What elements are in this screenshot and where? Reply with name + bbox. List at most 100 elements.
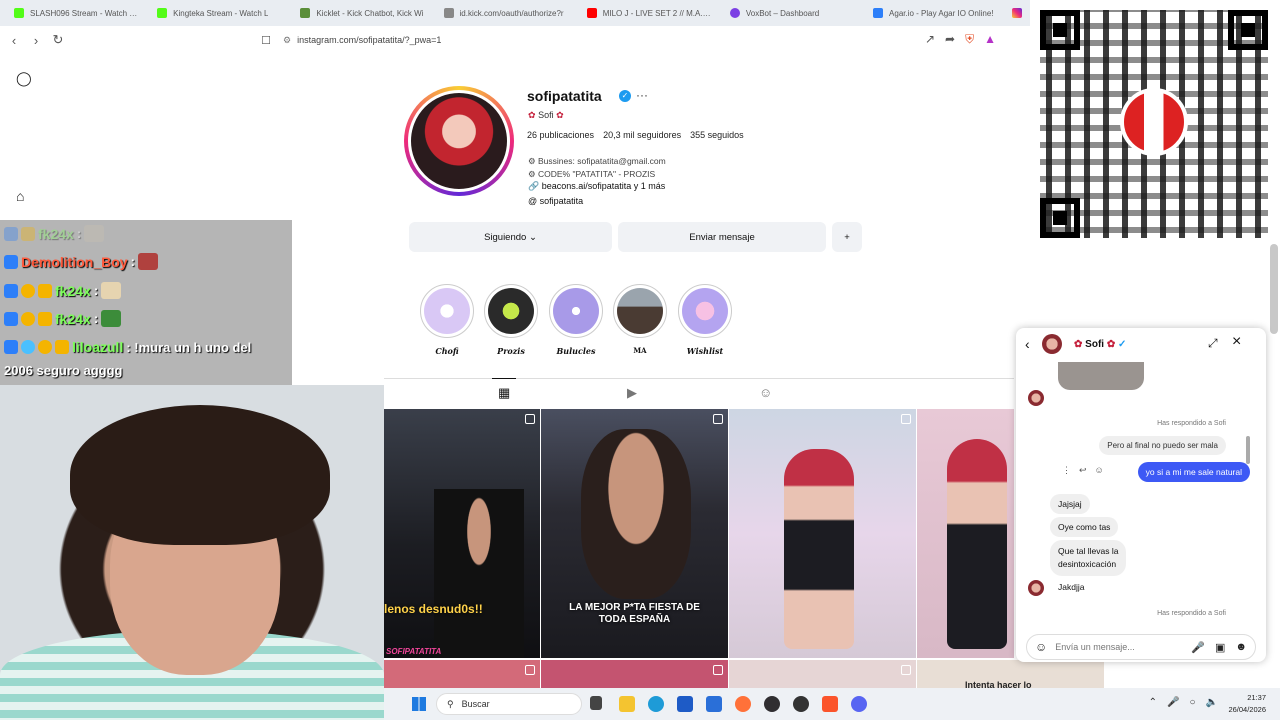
highlight-prozis[interactable]: Prozis <box>483 284 539 356</box>
send-message-button[interactable]: Enviar mensaje <box>618 222 826 252</box>
reel-icon <box>525 665 535 675</box>
posts-count: 26 publicaciones <box>527 130 595 140</box>
post-tile[interactable]: lenos desnud0s!! SOFIPATATITA <box>384 409 540 658</box>
expand-icon[interactable]: ⤢ <box>1208 336 1218 351</box>
firefox-icon[interactable] <box>735 696 751 712</box>
reply-label: Has respondido a Sofi <box>1157 420 1226 427</box>
reel-icon <box>525 414 535 424</box>
agario-icon <box>873 8 884 18</box>
close-icon[interactable]: × <box>1232 333 1241 351</box>
reload-icon[interactable]: ↻ <box>48 30 68 50</box>
store-icon[interactable] <box>677 696 693 712</box>
avatar[interactable] <box>1042 334 1062 354</box>
url-field[interactable]: ⚙ instagram.com/sofipatatita/?_pwa=1 <box>283 32 441 48</box>
sticker-icon[interactable]: ☻ <box>1235 641 1247 653</box>
chat-message: fk24x: <box>4 310 122 327</box>
system-tray: ⌃ 🎤 ○ 🔈 <box>1149 697 1218 708</box>
browser-tab[interactable]: Kingteka Stream - Watch L <box>149 0 290 26</box>
browser-tab[interactable]: Kicklet - Kick Chatbot, Kick Wi <box>292 0 433 26</box>
brave-icon[interactable] <box>822 696 838 712</box>
more-options-icon[interactable]: ··· <box>636 88 648 102</box>
chrome-icon[interactable] <box>793 696 809 712</box>
emoji-icon[interactable]: ☺ <box>1095 465 1104 476</box>
received-message[interactable]: Que tal llevas la desintoxicación <box>1050 540 1127 576</box>
task-view-icon[interactable] <box>590 696 602 710</box>
post-tile[interactable]: LA MEJOR P*TA FIESTA DE TODA ESPAÑA <box>541 409 728 658</box>
brave-shield-icon[interactable]: ⛨ <box>965 32 974 47</box>
threads-link[interactable]: @ sofipatatita <box>528 196 583 206</box>
post-tile[interactable] <box>729 660 916 688</box>
mod-badge-icon <box>4 283 18 298</box>
voxbot-icon <box>729 8 740 18</box>
shared-image[interactable] <box>1058 362 1144 390</box>
browser-tab-active[interactable] <box>1008 0 1030 26</box>
browser-tab[interactable]: SLASH096 Stream - Watch Liv <box>6 0 147 26</box>
reels-tab-icon[interactable]: ▶ <box>627 385 637 401</box>
sent-message[interactable]: yo si a mi me sale natural <box>1137 462 1250 482</box>
following-button[interactable]: Siguiendo ⌄ <box>409 222 612 252</box>
post-tile[interactable]: Intenta hacer lo <box>917 660 1104 688</box>
post-tile[interactable] <box>729 409 916 658</box>
page-scrollbar[interactable] <box>1270 244 1278 334</box>
home-icon[interactable]: ⌂ <box>16 188 24 204</box>
chat-message: liloazull: !mura un h uno del <box>4 339 251 355</box>
dm-scrollbar[interactable] <box>1246 368 1250 628</box>
add-user-button[interactable]: + <box>832 222 862 252</box>
stream-chat-overlay: fk24x: Demolition_Boy: fk24x: fk24x: lil… <box>0 220 292 386</box>
following-count[interactable]: 355 seguidos <box>690 130 744 140</box>
instagram-logo-icon[interactable]: ◯ <box>16 70 32 87</box>
site-info-icon[interactable]: ⚙ <box>283 35 291 46</box>
image-icon[interactable]: ▣ <box>1215 641 1225 654</box>
browser-tab[interactable]: MILO J - LIVE SET 2 // M.A.I. DI <box>579 0 720 26</box>
received-message[interactable]: Oye como tas <box>1050 517 1119 537</box>
outlook-icon[interactable] <box>706 696 722 712</box>
taskbar-search[interactable]: ⚲ Buscar <box>436 693 582 715</box>
profile-avatar[interactable] <box>408 90 510 192</box>
more-vert-icon[interactable]: ⋮ <box>1062 465 1071 476</box>
volume-icon[interactable]: 🔈 <box>1206 697 1218 708</box>
post-tile[interactable] <box>541 660 728 688</box>
share-icon[interactable]: ➦ <box>945 32 955 47</box>
discord-icon[interactable] <box>851 696 867 712</box>
post-tile[interactable] <box>384 660 540 688</box>
profile-link[interactable]: 🔗 beacons.ai/sofipatatita y 1 más <box>528 181 665 192</box>
highlight-ma[interactable]: MA <box>612 284 668 355</box>
microphone-icon[interactable]: 🎤 <box>1167 697 1179 708</box>
browser-tab[interactable]: id.kick.com/oauth/authorize?r <box>436 0 577 26</box>
file-explorer-icon[interactable] <box>619 696 635 712</box>
microphone-icon[interactable]: 🎤 <box>1191 641 1205 654</box>
post-tile[interactable] <box>917 409 1014 658</box>
rose-icon: ✿ <box>528 110 536 120</box>
windows-start-icon[interactable] <box>412 697 426 711</box>
tagged-tab-icon[interactable]: ☺ <box>759 385 772 400</box>
browser-tab[interactable]: Agar.io - Play Agar IO Online! <box>865 0 1006 26</box>
followers-count[interactable]: 20,3 mil seguidores <box>603 130 681 140</box>
link-icon: 🔗 <box>528 181 540 191</box>
obs-icon[interactable] <box>764 696 780 712</box>
star-icon <box>682 288 728 334</box>
chevron-up-icon[interactable]: ⌃ <box>1149 697 1157 708</box>
back-icon[interactable]: ‹ <box>4 30 24 50</box>
edge-icon[interactable] <box>648 696 664 712</box>
taskbar-clock[interactable]: 21:37 26/04/2026 <box>1228 692 1266 716</box>
reply-icon[interactable]: ↩ <box>1079 465 1087 476</box>
highlight-bulucles[interactable]: Bulucles <box>548 284 604 356</box>
message-input[interactable]: ☺ Envía un mensaje... 🎤 ▣ ☻ <box>1026 634 1256 660</box>
browser-tab[interactable]: VoxBot – Dashboard <box>722 0 863 26</box>
sparkle-icon <box>424 288 470 334</box>
received-message[interactable]: Jajsjaj <box>1050 494 1090 514</box>
received-message[interactable]: Jakdjja <box>1050 577 1092 597</box>
wifi-icon[interactable]: ○ <box>1190 697 1196 708</box>
posts-grid-icon[interactable]: ▦ <box>491 378 517 401</box>
back-arrow-icon[interactable]: ‹ <box>1025 336 1030 352</box>
gift-badge-icon <box>21 283 35 298</box>
gear-icon: ⚙ <box>528 168 536 179</box>
highlight-wishlist[interactable]: Wishlist <box>677 284 733 356</box>
bookmark-icon[interactable]: ☐ <box>256 30 276 50</box>
brave-rewards-icon[interactable]: ▲ <box>984 32 996 47</box>
post-person <box>581 429 691 599</box>
emoji-icon[interactable]: ☺ <box>1035 640 1047 654</box>
open-external-icon[interactable]: ↗ <box>925 32 935 47</box>
forward-icon[interactable]: › <box>26 30 46 50</box>
highlight-chofi[interactable]: Chofi <box>419 284 475 356</box>
